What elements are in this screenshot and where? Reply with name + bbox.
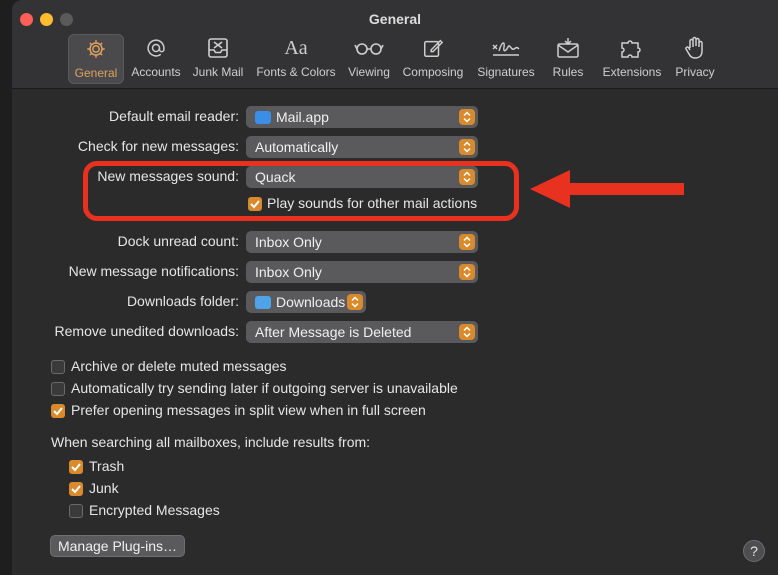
tab-label: Junk Mail: [192, 65, 244, 79]
archive-muted-checkbox[interactable]: [51, 360, 65, 374]
tab-composing[interactable]: Composing: [400, 34, 466, 82]
tab-fonts-colors[interactable]: Aa Fonts & Colors: [252, 34, 340, 82]
tab-label: Rules: [552, 65, 584, 79]
tab-label: Composing: [402, 65, 464, 79]
manage-plugins-button[interactable]: Manage Plug-ins…: [50, 535, 185, 557]
hand-icon: [672, 34, 718, 62]
at-sign-icon: [128, 34, 184, 62]
glasses-icon: [344, 34, 394, 62]
popup-value: Mail.app: [276, 109, 329, 125]
encrypted-checkbox[interactable]: [69, 504, 83, 518]
chevron-updown-icon: [459, 234, 475, 250]
signature-icon: [473, 34, 539, 62]
downloads-folder-popup[interactable]: Downloads: [246, 291, 366, 313]
search-heading: When searching all mailboxes, include re…: [51, 434, 371, 450]
chevron-updown-icon: [459, 264, 475, 280]
notifications-label: New message notifications:: [68, 263, 239, 279]
checkmark-icon: [53, 407, 63, 416]
trash-checkbox[interactable]: [69, 460, 83, 474]
gear-icon: [69, 35, 123, 63]
puzzle-piece-icon: [600, 34, 664, 62]
tab-general[interactable]: General: [68, 34, 124, 84]
default-reader-popup[interactable]: Mail.app: [246, 106, 478, 128]
folder-icon: [255, 295, 271, 309]
help-button[interactable]: ?: [743, 540, 765, 562]
remove-downloads-popup[interactable]: After Message is Deleted: [246, 321, 478, 343]
preferences-window: General General Accounts Junk Mail Aa Fo…: [12, 0, 778, 575]
trash-label: Trash: [89, 458, 125, 474]
tab-privacy[interactable]: Privacy: [672, 34, 718, 82]
tab-accounts[interactable]: Accounts: [128, 34, 184, 82]
window-title: General: [368, 11, 422, 27]
split-view-checkbox[interactable]: [51, 404, 65, 418]
tab-label: Accounts: [131, 65, 181, 79]
junk-tray-icon: [189, 34, 247, 62]
archive-muted-label: Archive or delete muted messages: [71, 358, 287, 374]
dock-unread-label: Dock unread count:: [117, 233, 239, 249]
checkmark-icon: [71, 463, 81, 472]
chevron-updown-icon: [459, 139, 475, 155]
popup-value: Inbox Only: [255, 264, 322, 280]
chevron-updown-icon: [459, 324, 475, 340]
dock-unread-popup[interactable]: Inbox Only: [246, 231, 478, 253]
annotation-arrow-icon: [530, 170, 684, 208]
remove-downloads-label: Remove unedited downloads:: [54, 323, 239, 339]
annotation-highlight-box: [83, 161, 519, 221]
junk-checkbox[interactable]: [69, 482, 83, 496]
checkmark-icon: [71, 485, 81, 494]
tab-label: Fonts & Colors: [256, 65, 336, 79]
encrypted-label: Encrypted Messages: [89, 502, 220, 518]
tab-label: Extensions: [602, 65, 662, 79]
check-new-popup[interactable]: Automatically: [246, 136, 478, 158]
split-view-label: Prefer opening messages in split view wh…: [71, 402, 426, 418]
tab-label: Privacy: [675, 65, 715, 79]
try-later-checkbox[interactable]: [51, 382, 65, 396]
tab-extensions[interactable]: Extensions: [600, 34, 664, 82]
tab-signatures[interactable]: Signatures: [473, 34, 539, 82]
mail-app-icon: [255, 110, 271, 124]
junk-label: Junk: [89, 480, 119, 496]
tab-label: Viewing: [348, 65, 390, 79]
popup-value: Downloads: [276, 294, 346, 310]
default-reader-label: Default email reader:: [109, 108, 239, 124]
try-later-label: Automatically try sending later if outgo…: [71, 380, 458, 396]
toolbar: General General Accounts Junk Mail Aa Fo…: [12, 0, 778, 89]
popup-value: After Message is Deleted: [255, 324, 412, 340]
chevron-updown-icon: [459, 109, 475, 125]
tab-junk-mail[interactable]: Junk Mail: [189, 34, 247, 82]
tab-label: General: [74, 66, 118, 80]
chevron-updown-icon: [347, 294, 363, 310]
font-icon-glyph: Aa: [284, 36, 308, 59]
downloads-folder-label: Downloads folder:: [126, 293, 239, 309]
compose-icon: [400, 34, 466, 62]
tab-rules[interactable]: Rules: [550, 34, 586, 82]
font-icon: Aa: [252, 34, 340, 62]
rules-envelope-icon: [550, 34, 586, 62]
popup-value: Automatically: [255, 139, 339, 155]
popup-value: Inbox Only: [255, 234, 322, 250]
notifications-popup[interactable]: Inbox Only: [246, 261, 478, 283]
tab-label: Signatures: [477, 65, 535, 79]
tab-viewing[interactable]: Viewing: [344, 34, 394, 82]
check-new-label: Check for new messages:: [77, 138, 239, 154]
